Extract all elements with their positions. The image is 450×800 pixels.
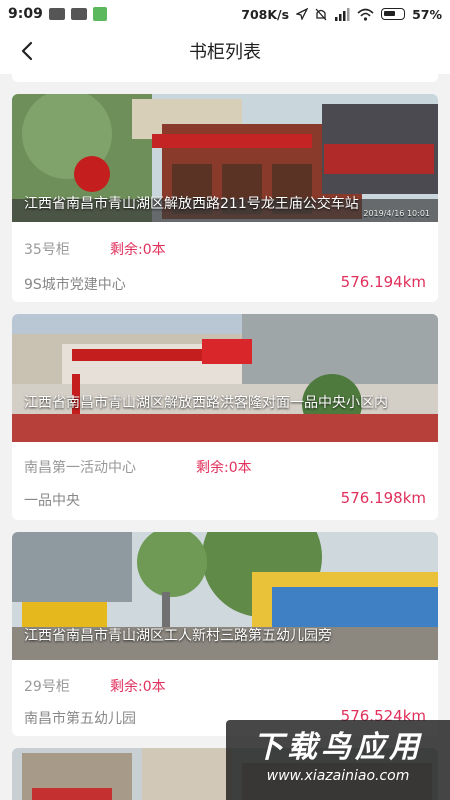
cabinet-number: 南昌第一活动中心 bbox=[24, 460, 136, 476]
more-notifications-icon bbox=[70, 8, 87, 20]
watermark-url: www.xiazainiao.com bbox=[266, 768, 410, 784]
distance: 576.198km bbox=[340, 489, 426, 507]
back-button[interactable] bbox=[10, 34, 44, 68]
list-item[interactable] bbox=[12, 74, 438, 82]
organization-name: 一品中央 bbox=[24, 493, 80, 509]
watermark-title: 下载鸟应用 bbox=[253, 730, 423, 765]
remaining-books: 剩余:0本 bbox=[110, 242, 166, 258]
signal-icon bbox=[335, 7, 350, 21]
cabinet-photo: 江西省南昌市青山湖区工人新村三路第五幼儿园旁 bbox=[12, 532, 438, 660]
organization-name: 南昌市第五幼儿园 bbox=[24, 711, 136, 727]
cabinet-number: 35号柜 bbox=[24, 242, 70, 258]
remaining-books: 剩余:0本 bbox=[196, 460, 252, 476]
nav-bar: 书柜列表 bbox=[0, 28, 450, 74]
status-bar: 9:09 708K/s 57% bbox=[0, 0, 450, 28]
list-item[interactable]: 江西省南昌市青山湖区解放西路洪客隆对面一品中央小区内 南昌第一活动中心 剩余:0… bbox=[12, 314, 438, 520]
site-watermark: 下载鸟应用 www.xiazainiao.com bbox=[226, 720, 450, 800]
location-icon bbox=[296, 8, 309, 20]
photo-timestamp: 2019/4/16 10:01 bbox=[363, 209, 430, 218]
distance: 576.194km bbox=[340, 273, 426, 291]
app-notification-icon bbox=[92, 7, 107, 21]
cabinet-photo: 江西省南昌市青山湖区解放西路211号龙王庙公交车站 2019/4/16 10:0… bbox=[12, 94, 438, 222]
battery-percent: 57% bbox=[412, 6, 442, 22]
list-item[interactable]: 江西省南昌市青山湖区解放西路211号龙王庙公交车站 2019/4/16 10:0… bbox=[12, 94, 438, 302]
organization-name: 9S城市党建中心 bbox=[24, 277, 126, 293]
back-arrow-icon bbox=[21, 41, 33, 61]
remaining-books: 剩余:0本 bbox=[110, 679, 166, 695]
cabinet-number: 29号柜 bbox=[24, 679, 70, 695]
status-time: 9:09 bbox=[8, 6, 43, 22]
cabinet-list[interactable]: 江西省南昌市青山湖区解放西路211号龙王庙公交车站 2019/4/16 10:0… bbox=[0, 74, 450, 800]
mute-icon bbox=[315, 8, 327, 20]
cabinet-photo: 江西省南昌市青山湖区解放西路洪客隆对面一品中央小区内 bbox=[12, 314, 438, 442]
list-item[interactable]: 江西省南昌市青山湖区工人新村三路第五幼儿园旁 29号柜 剩余:0本 南昌市第五幼… bbox=[12, 532, 438, 736]
cabinet-address: 江西省南昌市青山湖区工人新村三路第五幼儿园旁 bbox=[24, 628, 332, 644]
message-icon bbox=[48, 8, 65, 20]
wifi-icon bbox=[357, 8, 374, 21]
battery-icon bbox=[381, 8, 406, 20]
cabinet-address: 江西省南昌市青山湖区解放西路洪客隆对面一品中央小区内 bbox=[24, 395, 388, 411]
page-title: 书柜列表 bbox=[189, 42, 261, 63]
network-speed: 708K/s bbox=[241, 6, 290, 22]
